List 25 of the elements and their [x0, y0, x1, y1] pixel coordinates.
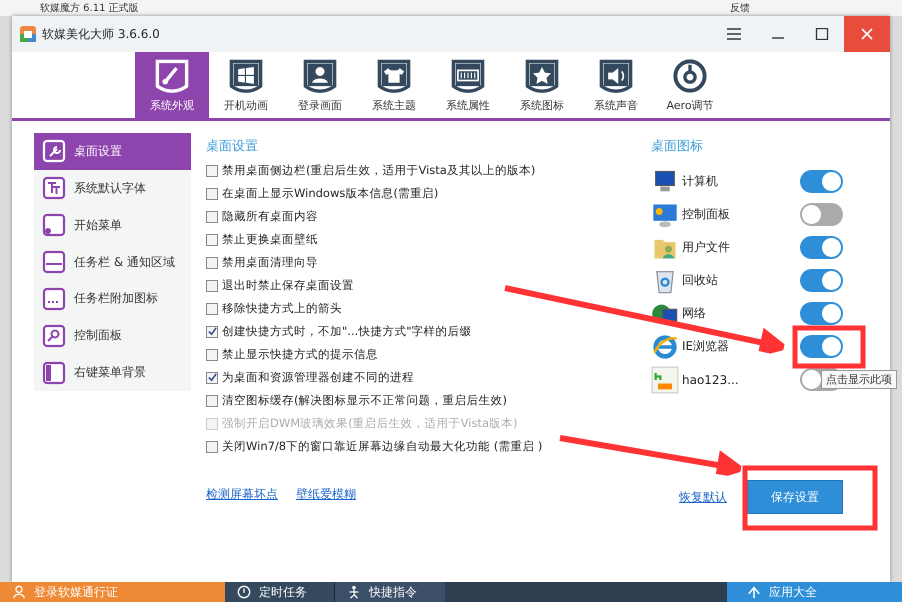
option-label: 禁止更换桌面壁纸 [222, 232, 318, 247]
option-label: 禁止显示快捷方式的提示信息 [222, 347, 378, 362]
icon-label: 回收站 [682, 272, 718, 289]
option-label: 清空图标缓存(解决图标显示不正常问题，重启后生效) [222, 393, 507, 408]
section-heading: 桌面设置 [206, 138, 259, 156]
option-label: 创建快捷方式时，不加"...快捷方式"字样的后缀 [222, 324, 472, 339]
option-label: 关闭Win7/8下的窗口靠近屏幕边缘自动最大化功能 (需重启 ) [222, 439, 542, 454]
option-label: 移除快捷方式上的箭头 [222, 301, 342, 316]
icon-label: 用户文件 [682, 239, 730, 256]
option-label: 禁用桌面侧边栏(重启后生效，适用于Vista及其以上的版本) [222, 163, 536, 178]
tooltip: 点击显示此项 [821, 370, 897, 389]
icon-label: 计算机 [682, 173, 718, 190]
option-label: 隐藏所有桌面内容 [222, 209, 318, 224]
option-label: 在桌面上显示Windows版本信息(需重启) [222, 186, 438, 201]
background-window-title: 软媒魔方 6.11 正式版 [40, 2, 140, 15]
icon-label: IE浏览器 [682, 338, 730, 355]
icon-label: hao123... [682, 372, 739, 386]
option-label: 禁用桌面清理向导 [222, 255, 318, 270]
window-title: 软媒美化大师 3.6.6.0 [42, 26, 160, 42]
section-heading: 桌面图标 [651, 138, 704, 156]
icon-label: 控制面板 [682, 206, 730, 223]
icon-label: 网络 [682, 305, 706, 322]
option-label: 强制开启DWM玻璃效果(重启后生效，适用于Vista版本) [222, 416, 518, 431]
option-label: 为桌面和资源管理器创建不同的进程 [222, 370, 414, 385]
option-label: 退出时禁止保存桌面设置 [222, 278, 354, 293]
